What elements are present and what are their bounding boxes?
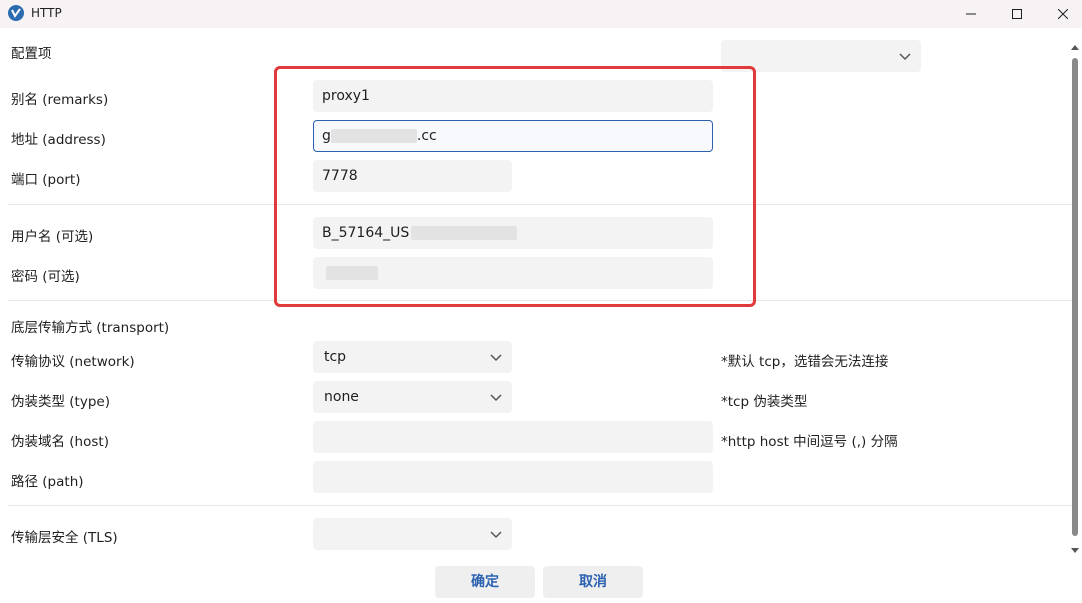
maximize-button[interactable] [994, 0, 1040, 28]
tls-label: 传输层安全 (TLS) [11, 530, 118, 546]
network-select[interactable]: tcp [313, 341, 512, 373]
password-label: 密码 (可选) [11, 269, 80, 285]
config-label: 配置项 [11, 46, 52, 62]
section-divider [8, 204, 1076, 205]
scrollbar-thumb[interactable] [1072, 58, 1078, 536]
remarks-label: 别名 (remarks) [11, 92, 109, 108]
scroll-up-icon[interactable] [1069, 42, 1081, 52]
maximize-icon [1012, 9, 1022, 19]
username-input[interactable]: B_57164_US [313, 217, 713, 249]
close-button[interactable] [1040, 0, 1082, 28]
host-label: 伪装域名 (host) [11, 434, 109, 450]
close-icon [1058, 9, 1068, 19]
path-input[interactable] [313, 461, 713, 493]
remarks-input[interactable]: proxy1 [313, 80, 713, 112]
address-redacted [330, 129, 417, 143]
port-label: 端口 (port) [11, 172, 81, 188]
username-label: 用户名 (可选) [11, 229, 94, 245]
password-input[interactable] [313, 257, 713, 289]
chevron-down-icon [490, 354, 502, 362]
app-logo-icon [8, 5, 24, 21]
confirm-button[interactable]: 确定 [435, 566, 535, 598]
address-label: 地址 (address) [11, 132, 106, 148]
cancel-button[interactable]: 取消 [543, 566, 643, 598]
path-label: 路径 (path) [11, 474, 84, 490]
title-bar: HTTP [0, 0, 1082, 28]
host-note: *http host 中间逗号 (,) 分隔 [721, 434, 898, 450]
network-select-value: tcp [324, 349, 347, 365]
chevron-down-icon [490, 394, 502, 402]
address-prefix: g [322, 128, 331, 144]
password-redacted [326, 266, 378, 280]
username-prefix: B_57164_US [322, 225, 410, 241]
config-select[interactable] [721, 40, 921, 72]
type-label: 伪装类型 (type) [11, 394, 110, 410]
username-redacted [411, 226, 518, 240]
minimize-button[interactable] [948, 0, 994, 28]
chevron-down-icon [490, 531, 502, 539]
host-input[interactable] [313, 421, 713, 453]
chevron-down-icon [899, 53, 911, 61]
network-note: *默认 tcp，选错会无法连接 [721, 354, 889, 370]
section-divider [8, 505, 1076, 506]
scroll-down-icon[interactable] [1069, 546, 1081, 556]
window-title: HTTP [31, 6, 62, 20]
minimize-icon [966, 13, 976, 15]
port-input[interactable]: 7778 [313, 160, 512, 192]
type-select-value: none [324, 389, 359, 405]
tls-select[interactable] [313, 518, 512, 550]
section-divider [8, 300, 1076, 301]
address-input[interactable]: g .cc [313, 120, 713, 152]
type-select[interactable]: none [313, 381, 512, 413]
transport-section-label: 底层传输方式 (transport) [11, 320, 170, 336]
network-label: 传输协议 (network) [11, 354, 135, 370]
address-suffix: .cc [416, 128, 437, 144]
type-note: *tcp 伪装类型 [721, 394, 808, 410]
